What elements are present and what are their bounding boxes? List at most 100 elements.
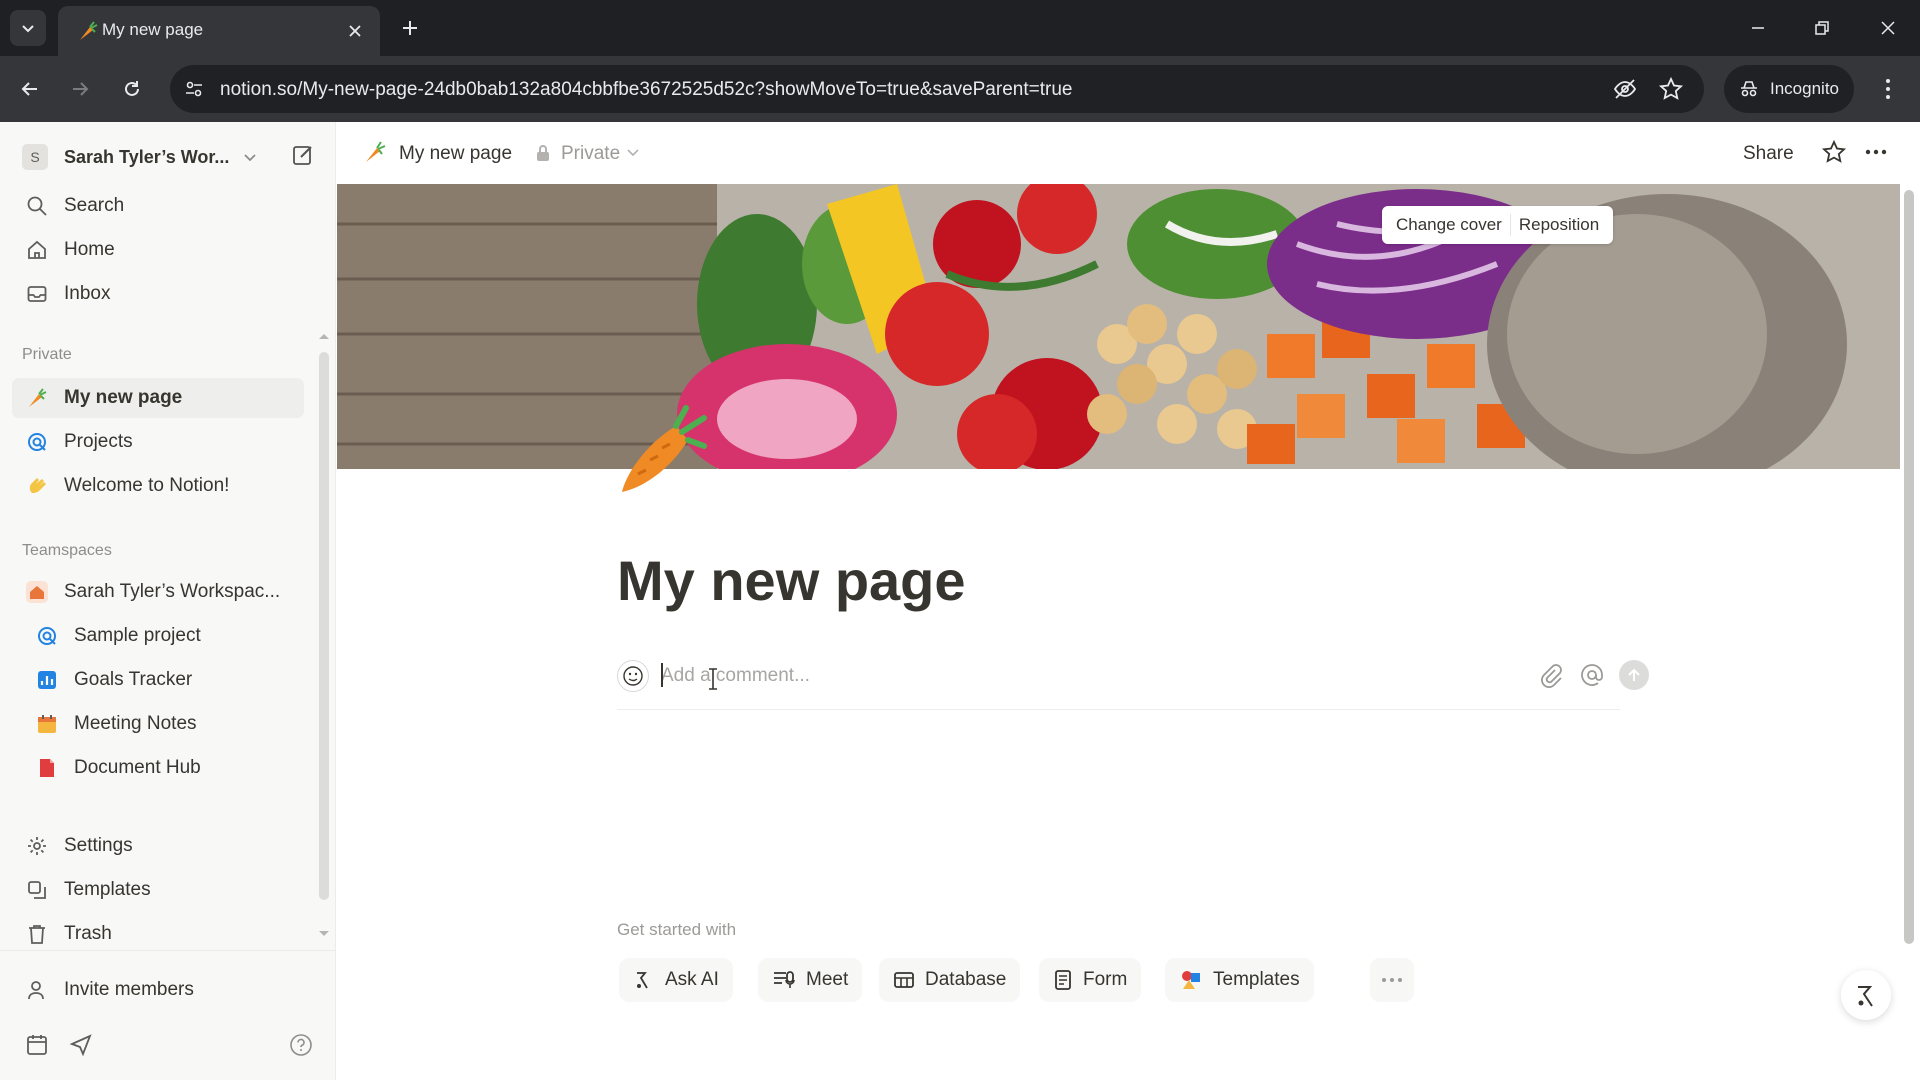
breadcrumb-page-title[interactable]: My new page (399, 143, 512, 165)
more-options-button[interactable] (1370, 958, 1414, 1002)
notion-ai-fab-button[interactable] (1841, 970, 1891, 1020)
sidebar-item-search[interactable]: Search (12, 186, 304, 226)
page-scrollbar[interactable] (1904, 190, 1914, 944)
reload-icon (125, 81, 139, 96)
sidebar-item-my-new-page[interactable]: My new page (12, 378, 304, 418)
sidebar-divider (0, 950, 336, 951)
tab-close-button[interactable] (344, 20, 366, 42)
sidebar-item-label: Invite members (64, 979, 194, 1000)
search-icon (24, 193, 50, 219)
sidebar-item-home[interactable]: Home (12, 230, 304, 270)
sidebar: S Sarah Tyler’s Wor... Search Home Inbox… (0, 122, 336, 1080)
database-button[interactable]: Database (879, 958, 1021, 1002)
button-label: Meet (806, 969, 849, 990)
mail-app-button[interactable] (66, 1030, 96, 1060)
more-horizontal-icon[interactable] (1863, 139, 1889, 165)
reposition-cover-button[interactable]: Reposition (1511, 215, 1607, 235)
sidebar-item-goals-tracker[interactable]: Goals Tracker (12, 660, 304, 700)
ask-ai-button[interactable]: Ask AI (619, 958, 733, 1002)
workspace-name: Sarah Tyler’s Wor... (64, 146, 230, 167)
kebab-icon (1886, 79, 1890, 99)
incognito-indicator[interactable]: Incognito (1724, 65, 1854, 113)
sidebar-item-label: Sample project (74, 625, 201, 646)
eye-slash-icon[interactable] (1612, 76, 1638, 102)
page-content: My new page Private Share Change cover R… (337, 122, 1920, 1080)
carrot-icon (80, 21, 98, 40)
tab-search-button[interactable] (10, 10, 46, 46)
page-title[interactable]: My new page (617, 548, 966, 613)
change-cover-button[interactable]: Change cover (1388, 215, 1510, 235)
bookmark-star-icon[interactable] (1658, 76, 1684, 102)
paperclip-icon[interactable] (1537, 662, 1563, 688)
page-cover-image[interactable]: Change cover Reposition (337, 184, 1900, 469)
address-bar[interactable]: notion.so/My-new-page-24db0bab132a804cbb… (170, 65, 1704, 113)
scroll-down-icon[interactable] (318, 930, 330, 938)
chevron-down-icon (627, 149, 639, 157)
back-button[interactable] (14, 73, 46, 105)
sidebar-item-settings[interactable]: Settings (12, 826, 304, 866)
sidebar-item-label: Goals Tracker (74, 669, 193, 690)
browser-menu-button[interactable] (1872, 73, 1904, 105)
sidebar-item-document-hub[interactable]: Document Hub (12, 748, 304, 788)
button-label: Ask AI (665, 969, 719, 990)
browser-toolbar: notion.so/My-new-page-24db0bab132a804cbb… (0, 56, 1920, 122)
share-button[interactable]: Share (1743, 143, 1794, 165)
ai-icon (637, 972, 648, 989)
page-topbar: My new page Private Share (337, 122, 1920, 184)
sidebar-item-label: Welcome to Notion! (64, 475, 230, 496)
forward-button[interactable] (64, 73, 96, 105)
meet-button[interactable]: Meet (758, 958, 863, 1002)
calendar-icon (34, 711, 60, 737)
new-page-button[interactable] (288, 140, 318, 170)
templates-color-icon (1182, 971, 1200, 989)
sidebar-item-label: Inbox (64, 283, 111, 304)
sidebar-item-label: Templates (64, 879, 151, 900)
sidebar-item-meeting-notes[interactable]: Meeting Notes (12, 704, 304, 744)
sidebar-item-welcome[interactable]: Welcome to Notion! (12, 466, 304, 506)
calendar-app-button[interactable] (22, 1030, 52, 1060)
sidebar-scrollbar[interactable] (319, 352, 329, 900)
form-button[interactable]: Form (1039, 958, 1142, 1002)
reload-button[interactable] (116, 73, 148, 105)
browser-tab-strip: My new page (0, 0, 1920, 56)
gear-icon (24, 833, 50, 859)
sidebar-item-label: Trash (64, 923, 112, 944)
restore-button[interactable] (1804, 12, 1840, 44)
more-horizontal-icon (1382, 978, 1402, 982)
workspace-switcher[interactable]: S Sarah Tyler’s Wor... (22, 140, 318, 174)
favorite-star-icon[interactable] (1821, 139, 1847, 165)
trash-icon (24, 921, 50, 947)
target-icon (34, 623, 60, 649)
add-person-icon (24, 977, 50, 1003)
close-icon (1881, 21, 1895, 35)
privacy-menu[interactable]: Private (561, 143, 620, 165)
sidebar-item-trash[interactable]: Trash (12, 914, 304, 954)
carrot-icon[interactable] (616, 404, 708, 496)
send-comment-button[interactable] (1619, 660, 1649, 690)
window-close-button[interactable] (1870, 12, 1906, 44)
scroll-up-icon[interactable] (318, 332, 330, 340)
wave-icon (24, 473, 50, 499)
mention-icon[interactable] (1579, 662, 1605, 688)
arrow-up-icon (1628, 668, 1640, 681)
new-tab-button[interactable] (396, 14, 424, 42)
sidebar-item-projects[interactable]: Projects (12, 422, 304, 462)
browser-tab[interactable]: My new page (58, 6, 380, 56)
help-button[interactable] (286, 1030, 316, 1060)
templates-button[interactable]: Templates (1165, 958, 1314, 1002)
button-label: Database (925, 969, 1007, 990)
minimize-button[interactable] (1740, 12, 1776, 44)
sidebar-item-templates[interactable]: Templates (12, 870, 304, 910)
comment-composer (617, 646, 1649, 710)
plus-icon (403, 21, 417, 35)
invite-members-button[interactable]: Invite members (12, 970, 304, 1010)
comment-input[interactable] (661, 660, 1441, 692)
site-info-button[interactable] (182, 77, 206, 101)
get-started-label: Get started with (617, 920, 737, 939)
text-cursor-icon (709, 668, 717, 690)
sidebar-item-inbox[interactable]: Inbox (12, 274, 304, 314)
sidebar-item-teamspace[interactable]: Sarah Tyler’s Workspac... (12, 572, 304, 612)
sidebar-item-sample-project[interactable]: Sample project (12, 616, 304, 656)
sidebar-item-label: My new page (64, 387, 183, 408)
carrot-icon (366, 141, 386, 162)
